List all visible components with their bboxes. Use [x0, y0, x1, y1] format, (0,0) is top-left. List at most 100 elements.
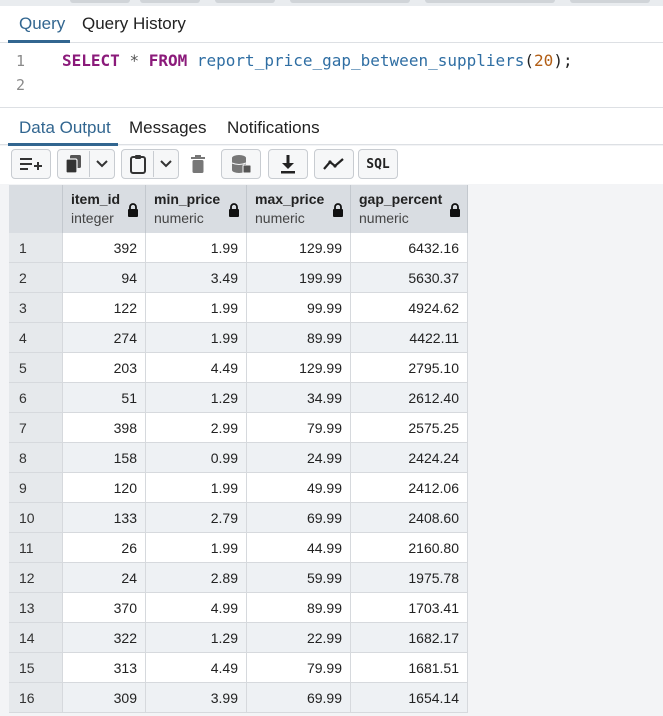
cell-gap-percent[interactable]: 2408.60 — [351, 503, 468, 533]
cell-max-price[interactable]: 89.99 — [247, 593, 351, 623]
cell-gap-percent[interactable]: 1654.14 — [351, 683, 468, 713]
cell-max-price[interactable]: 59.99 — [247, 563, 351, 593]
cell-item-id[interactable]: 203 — [63, 353, 146, 383]
column-header-gap-percent[interactable]: gap_percent numeric — [351, 185, 468, 233]
column-header-min-price[interactable]: min_price numeric — [146, 185, 247, 233]
cell-item-id[interactable]: 26 — [63, 533, 146, 563]
cell-min-price[interactable]: 1.99 — [146, 233, 247, 263]
cell-item-id[interactable]: 51 — [63, 383, 146, 413]
copy-button-group[interactable] — [57, 149, 115, 179]
row-number[interactable]: 16 — [9, 683, 63, 713]
cell-max-price[interactable]: 99.99 — [247, 293, 351, 323]
add-row-button[interactable] — [11, 149, 51, 179]
cell-item-id[interactable]: 94 — [63, 263, 146, 293]
cell-gap-percent[interactable]: 1703.41 — [351, 593, 468, 623]
sql-editor[interactable]: 1 2 SELECT * FROM report_price_gap_betwe… — [0, 43, 663, 108]
top-tab-fragment[interactable] — [570, 0, 650, 3]
row-number[interactable]: 11 — [9, 533, 63, 563]
cell-min-price[interactable]: 3.99 — [146, 683, 247, 713]
cell-gap-percent[interactable]: 1975.78 — [351, 563, 468, 593]
cell-min-price[interactable]: 1.99 — [146, 473, 247, 503]
download-button[interactable] — [268, 149, 308, 179]
cell-min-price[interactable]: 2.99 — [146, 413, 247, 443]
column-header-item-id[interactable]: item_id integer — [63, 185, 146, 233]
save-data-button[interactable] — [221, 149, 261, 179]
row-number[interactable]: 1 — [9, 233, 63, 263]
cell-item-id[interactable]: 313 — [63, 653, 146, 683]
cell-min-price[interactable]: 2.79 — [146, 503, 247, 533]
top-tab-fragment[interactable] — [425, 0, 555, 3]
cell-item-id[interactable]: 398 — [63, 413, 146, 443]
tab-query[interactable]: Query — [19, 14, 65, 34]
delete-row-button[interactable] — [183, 149, 213, 179]
cell-item-id[interactable]: 158 — [63, 443, 146, 473]
cell-gap-percent[interactable]: 2575.25 — [351, 413, 468, 443]
cell-min-price[interactable]: 1.99 — [146, 533, 247, 563]
cell-min-price[interactable]: 3.49 — [146, 263, 247, 293]
row-number[interactable]: 2 — [9, 263, 63, 293]
cell-max-price[interactable]: 44.99 — [247, 533, 351, 563]
cell-item-id[interactable]: 274 — [63, 323, 146, 353]
row-number-header[interactable] — [9, 185, 63, 233]
row-number[interactable]: 4 — [9, 323, 63, 353]
cell-item-id[interactable]: 322 — [63, 623, 146, 653]
cell-gap-percent[interactable]: 4422.11 — [351, 323, 468, 353]
cell-item-id[interactable]: 24 — [63, 563, 146, 593]
cell-min-price[interactable]: 1.99 — [146, 293, 247, 323]
row-number[interactable]: 8 — [9, 443, 63, 473]
cell-gap-percent[interactable]: 6432.16 — [351, 233, 468, 263]
sql-view-button[interactable]: SQL — [358, 149, 398, 179]
editor-code-line[interactable]: SELECT * FROM report_price_gap_between_s… — [62, 51, 573, 70]
tab-messages[interactable]: Messages — [129, 118, 206, 138]
cell-item-id[interactable]: 120 — [63, 473, 146, 503]
cell-gap-percent[interactable]: 5630.37 — [351, 263, 468, 293]
row-number[interactable]: 3 — [9, 293, 63, 323]
row-number[interactable]: 14 — [9, 623, 63, 653]
row-number[interactable]: 15 — [9, 653, 63, 683]
cell-max-price[interactable]: 79.99 — [247, 653, 351, 683]
cell-item-id[interactable]: 309 — [63, 683, 146, 713]
row-number[interactable]: 10 — [9, 503, 63, 533]
cell-max-price[interactable]: 79.99 — [247, 413, 351, 443]
cell-min-price[interactable]: 1.29 — [146, 383, 247, 413]
cell-max-price[interactable]: 129.99 — [247, 353, 351, 383]
cell-gap-percent[interactable]: 1682.17 — [351, 623, 468, 653]
cell-gap-percent[interactable]: 2795.10 — [351, 353, 468, 383]
cell-max-price[interactable]: 89.99 — [247, 323, 351, 353]
cell-gap-percent[interactable]: 4924.62 — [351, 293, 468, 323]
cell-min-price[interactable]: 4.99 — [146, 593, 247, 623]
top-tab-fragment[interactable] — [140, 0, 200, 3]
cell-item-id[interactable]: 122 — [63, 293, 146, 323]
cell-max-price[interactable]: 49.99 — [247, 473, 351, 503]
cell-min-price[interactable]: 4.49 — [146, 353, 247, 383]
cell-gap-percent[interactable]: 2424.24 — [351, 443, 468, 473]
top-tab-fragment[interactable] — [70, 0, 130, 3]
row-number[interactable]: 6 — [9, 383, 63, 413]
cell-max-price[interactable]: 129.99 — [247, 233, 351, 263]
cell-max-price[interactable]: 69.99 — [247, 683, 351, 713]
cell-item-id[interactable]: 133 — [63, 503, 146, 533]
row-number[interactable]: 9 — [9, 473, 63, 503]
paste-button-group[interactable] — [121, 149, 179, 179]
tab-data-output[interactable]: Data Output — [19, 118, 111, 138]
cell-gap-percent[interactable]: 2160.80 — [351, 533, 468, 563]
tab-notifications[interactable]: Notifications — [227, 118, 320, 138]
cell-max-price[interactable]: 24.99 — [247, 443, 351, 473]
cell-min-price[interactable]: 1.29 — [146, 623, 247, 653]
row-number[interactable]: 5 — [9, 353, 63, 383]
column-header-max-price[interactable]: max_price numeric — [247, 185, 351, 233]
cell-min-price[interactable]: 4.49 — [146, 653, 247, 683]
cell-min-price[interactable]: 2.89 — [146, 563, 247, 593]
row-number[interactable]: 12 — [9, 563, 63, 593]
tab-query-history[interactable]: Query History — [82, 14, 186, 34]
cell-max-price[interactable]: 199.99 — [247, 263, 351, 293]
cell-min-price[interactable]: 1.99 — [146, 323, 247, 353]
cell-item-id[interactable]: 370 — [63, 593, 146, 623]
top-tab-fragment[interactable] — [290, 0, 410, 3]
cell-max-price[interactable]: 69.99 — [247, 503, 351, 533]
cell-max-price[interactable]: 34.99 — [247, 383, 351, 413]
graph-visualiser-button[interactable] — [314, 149, 354, 179]
row-number[interactable]: 7 — [9, 413, 63, 443]
top-tab-fragment[interactable] — [215, 0, 275, 3]
cell-gap-percent[interactable]: 2412.06 — [351, 473, 468, 503]
